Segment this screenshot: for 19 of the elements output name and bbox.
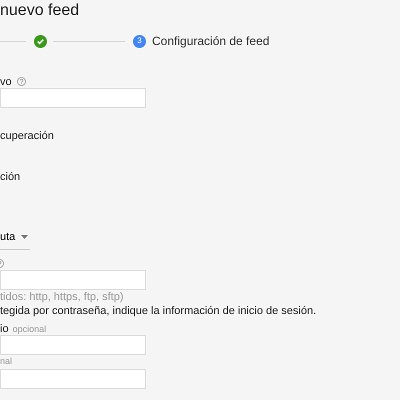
text-field[interactable] bbox=[0, 368, 146, 388]
dropdown[interactable]: uta bbox=[0, 229, 30, 250]
help-icon[interactable] bbox=[0, 258, 4, 268]
optional-label: opcional bbox=[12, 324, 46, 334]
step-number: 3 bbox=[133, 34, 146, 48]
info-text: tegida por contraseña, indique la información de inicio de sesión. bbox=[0, 304, 318, 318]
option-label: ción bbox=[0, 170, 22, 184]
text-field[interactable] bbox=[0, 270, 146, 290]
field-label: vo bbox=[0, 76, 12, 88]
page-title: nuevo feed bbox=[0, 1, 80, 21]
help-icon[interactable] bbox=[16, 77, 26, 86]
option-label: cuperación bbox=[0, 129, 55, 143]
step-label: Configuración de feed bbox=[152, 33, 270, 50]
optional-label: nal bbox=[0, 356, 12, 366]
hint-text: tidos: http, https, ftp, sftp) bbox=[0, 290, 125, 304]
caret-icon bbox=[21, 235, 28, 240]
text-field[interactable] bbox=[0, 334, 146, 354]
field-label: io bbox=[0, 322, 9, 334]
text-field[interactable] bbox=[0, 88, 146, 108]
